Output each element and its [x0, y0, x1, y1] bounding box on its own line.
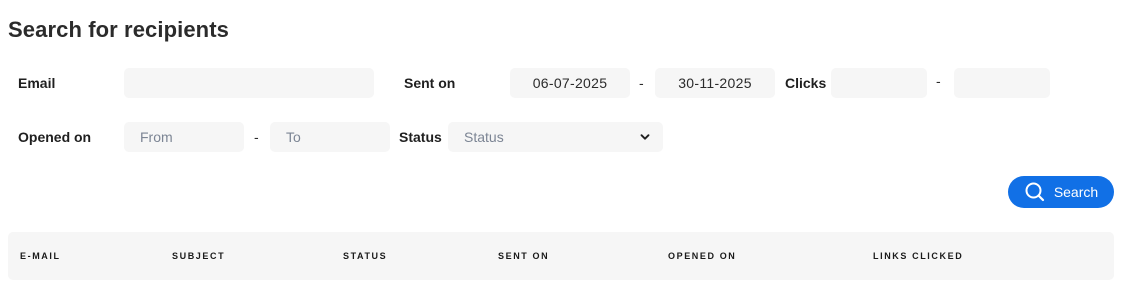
email-label: Email: [18, 75, 56, 91]
recipients-search-page: Search for recipients Email Sent on - Cl…: [0, 0, 1136, 297]
status-select-value: Status: [464, 129, 504, 145]
column-header-opened-on[interactable]: OPENED ON: [668, 250, 736, 262]
clicks-to-field[interactable]: [954, 68, 1050, 98]
email-field[interactable]: [124, 68, 374, 98]
clicks-label: Clicks: [785, 75, 827, 91]
opened-on-from-field[interactable]: [124, 122, 244, 152]
results-table-header: E-MAIL SUBJECT STATUS SENT ON OPENED ON …: [8, 232, 1114, 280]
column-header-links-clicked[interactable]: LINKS CLICKED: [873, 250, 963, 262]
sent-on-to-field[interactable]: [655, 68, 775, 98]
sent-on-label: Sent on: [404, 75, 456, 91]
clicks-from-field[interactable]: [831, 68, 927, 98]
opened-on-separator: -: [254, 129, 259, 145]
opened-on-label: Opened on: [18, 129, 92, 145]
chevron-down-icon: [640, 134, 650, 140]
sent-on-separator: -: [639, 75, 644, 91]
search-icon: [1025, 182, 1044, 202]
column-header-status[interactable]: STATUS: [343, 250, 387, 262]
column-header-sent-on[interactable]: SENT ON: [498, 250, 549, 262]
column-header-subject[interactable]: SUBJECT: [172, 250, 225, 262]
search-button-label: Search: [1053, 184, 1099, 200]
page-title: Search for recipients: [8, 17, 229, 42]
opened-on-to-field[interactable]: [270, 122, 390, 152]
sent-on-from-field[interactable]: [510, 68, 630, 98]
clicks-separator: -: [936, 73, 941, 89]
status-label: Status: [399, 129, 442, 145]
search-button[interactable]: Search: [1008, 176, 1114, 208]
column-header-email[interactable]: E-MAIL: [20, 250, 61, 262]
status-select[interactable]: Status: [448, 122, 663, 152]
